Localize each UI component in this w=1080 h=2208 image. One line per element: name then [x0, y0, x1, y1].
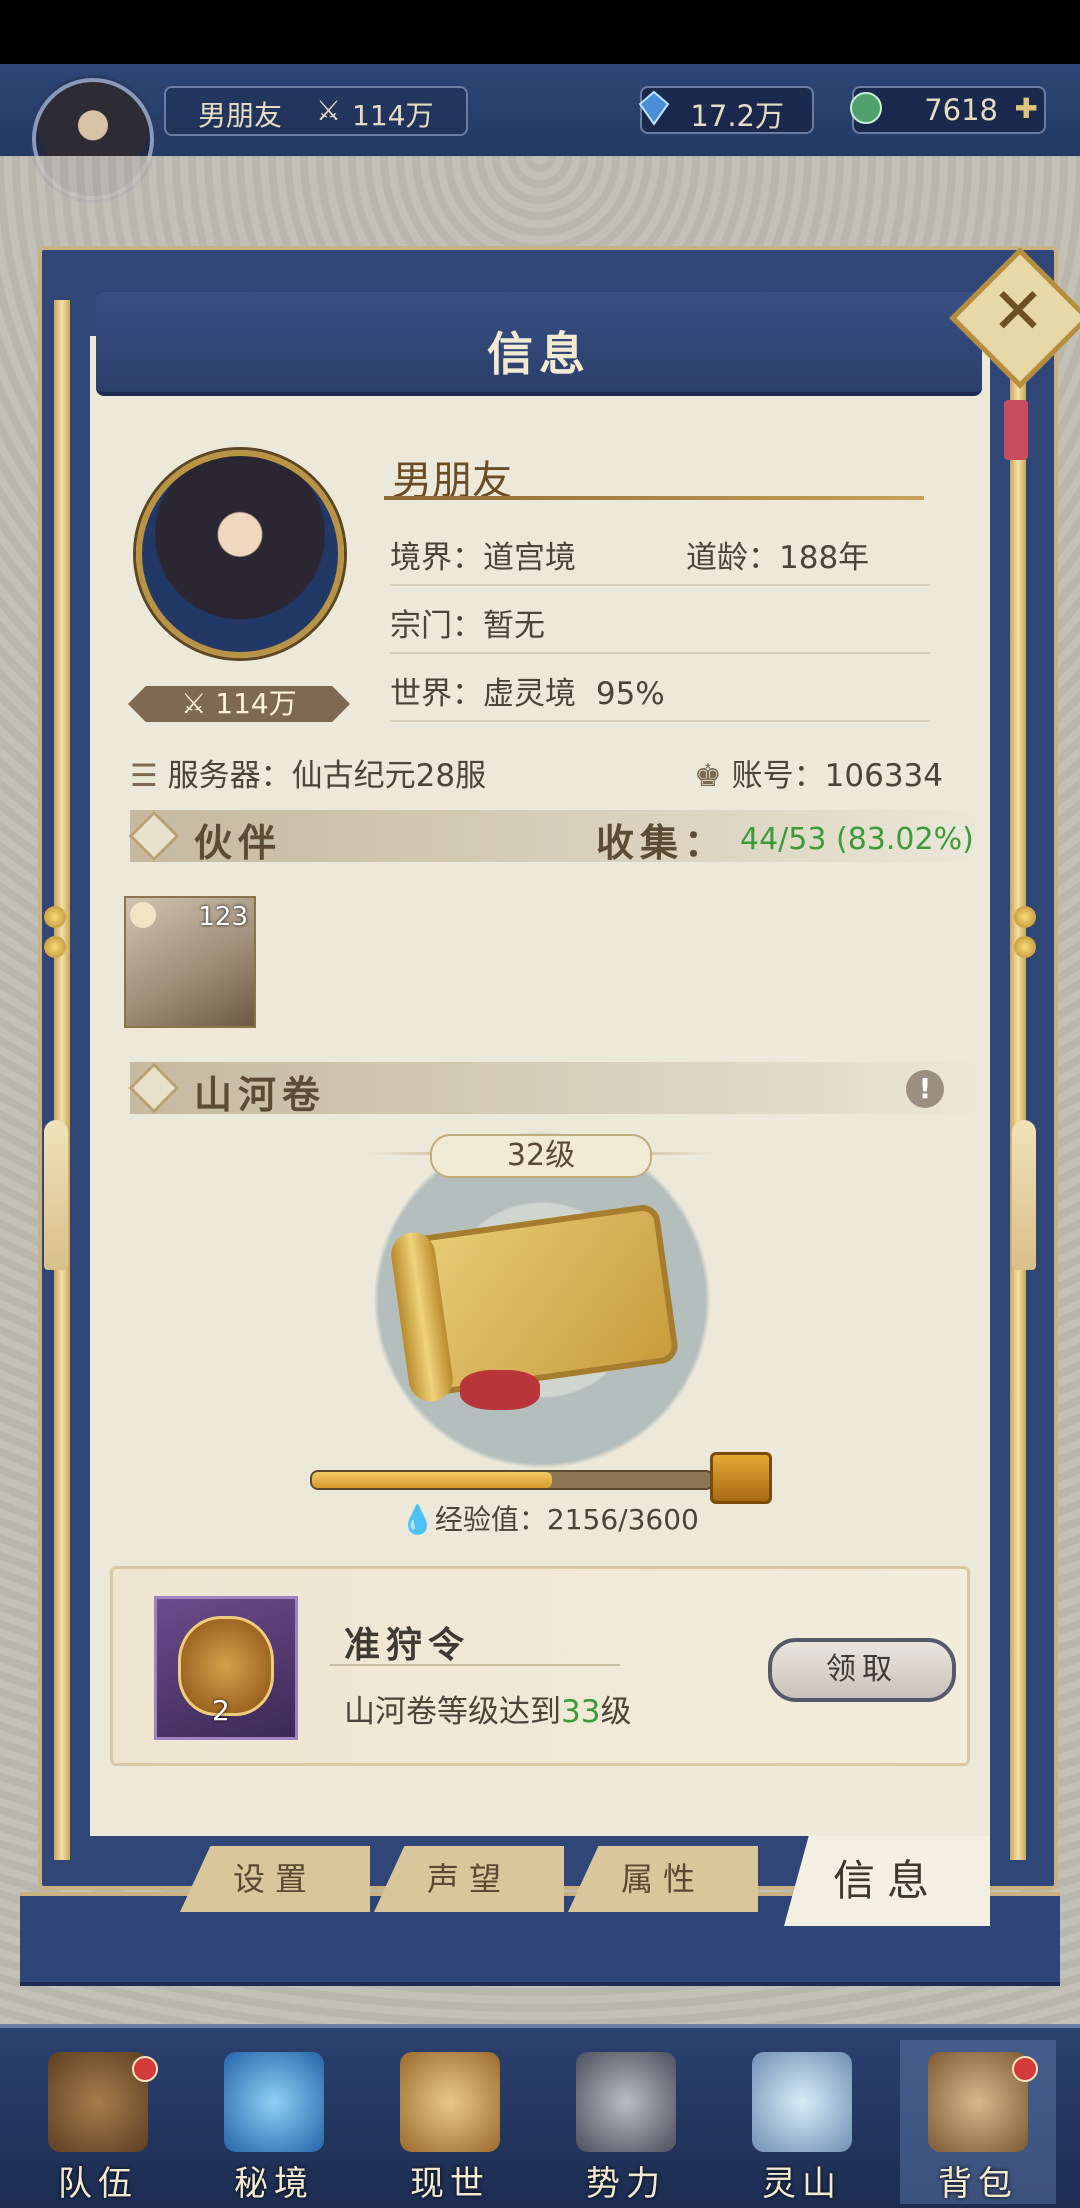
power-icon: ⚔	[316, 94, 342, 127]
sect-row: 宗门：暂无	[390, 600, 545, 645]
exp-bar-fill	[312, 1472, 552, 1488]
account-icon: ♚	[694, 758, 732, 794]
quest-desc-prefix: 山河卷等级达到	[344, 1694, 561, 1730]
left-rod	[54, 300, 70, 1860]
quest-desc: 山河卷等级达到33级	[344, 1686, 631, 1731]
divider	[390, 584, 930, 586]
player-portrait	[136, 450, 344, 658]
nav-secret-realm[interactable]: 秘境	[196, 2040, 352, 2204]
server-label: 服务器：	[167, 758, 292, 794]
server-value: 仙古纪元28服	[291, 758, 487, 794]
tab-info[interactable]: 信息	[784, 1836, 990, 1926]
exp-bar	[310, 1470, 714, 1490]
nav-bag[interactable]: 背包	[900, 2040, 1056, 2204]
nav-present-world-label: 现世	[410, 2164, 490, 2204]
tab-attributes[interactable]: 属性	[568, 1846, 758, 1912]
element-icon	[130, 902, 156, 928]
sect-value: 暂无	[483, 608, 545, 644]
scroll-tassel	[460, 1370, 540, 1410]
scroll-map-icon	[400, 2052, 500, 2152]
power-icon: ⚔	[181, 687, 216, 720]
right-tassel	[1012, 1120, 1036, 1270]
nav-present-world[interactable]: 现世	[372, 2040, 528, 2204]
right-rod	[1010, 300, 1026, 1860]
jade-currency[interactable]: 7618 ✚	[850, 86, 1046, 134]
server-icon: ☰	[130, 758, 168, 794]
divider	[330, 1664, 620, 1666]
notification-dot	[132, 2056, 158, 2082]
left-tassel	[44, 1120, 68, 1270]
account-value: 106334	[824, 758, 943, 794]
divider	[390, 720, 930, 722]
power-value: 114万	[215, 687, 297, 720]
crystal-value: 17.2万	[690, 99, 784, 133]
world-value: 虚灵境	[483, 676, 576, 712]
status-bar	[0, 0, 1080, 64]
realm-value: 道宫境	[483, 540, 576, 576]
age-row: 道龄：188年	[686, 532, 869, 577]
treasure-chest-icon[interactable]	[710, 1452, 772, 1504]
server-row: ☰ 服务器：仙古纪元28服	[130, 750, 486, 795]
realm-row: 境界：道宫境	[390, 532, 576, 577]
power-badge: ⚔ 114万	[128, 686, 350, 722]
mountain-icon	[752, 2052, 852, 2152]
exp-label: 经验值：	[434, 1503, 547, 1536]
crystal-icon	[638, 90, 670, 126]
tab-settings[interactable]: 设置	[180, 1846, 370, 1912]
add-jade-icon[interactable]: ✚	[1015, 92, 1038, 125]
age-value: 188年	[779, 540, 870, 576]
nav-spirit-mountain-label: 灵山	[762, 2164, 842, 2204]
companion-title: 伙伴	[194, 820, 283, 865]
bead	[44, 906, 66, 928]
exp-row: 💧经验值：2156/3600	[400, 1498, 699, 1538]
notification-dot	[1012, 2056, 1038, 2082]
nav-secret-realm-label: 秘境	[234, 2164, 314, 2204]
player-name-pill[interactable]: 男朋友 ⚔ 114万	[164, 86, 468, 136]
info-icon[interactable]: !	[906, 1070, 944, 1108]
scroll-level: 32级	[430, 1134, 652, 1178]
top-player-name: 男朋友	[198, 99, 283, 132]
panel-title: 信息	[487, 327, 591, 381]
crystal-currency[interactable]: 17.2万	[638, 86, 814, 134]
pavilion-icon	[576, 2052, 676, 2152]
nav-team[interactable]: 队伍	[20, 2040, 176, 2204]
world-label: 世界：	[390, 676, 483, 712]
realm-label: 境界：	[390, 540, 483, 576]
bead	[44, 936, 66, 958]
quest-title: 准狩令	[344, 1624, 471, 1666]
account-row: ♚ 账号：106334	[694, 750, 943, 795]
close-tassel	[1004, 400, 1028, 460]
nav-faction-label: 势力	[586, 2164, 666, 2204]
world-row: 世界：虚灵境 95%	[390, 668, 665, 713]
quest-item-count: 2	[212, 1694, 230, 1727]
bead	[1014, 936, 1036, 958]
collect-value: 44/53 (83.02%)	[740, 822, 974, 857]
jade-value: 7618	[924, 93, 998, 127]
quest-desc-level: 33	[561, 1694, 601, 1730]
close-icon[interactable]: ✕	[978, 272, 1058, 352]
vortex-icon	[224, 2052, 324, 2152]
sect-label: 宗门：	[390, 608, 483, 644]
quest-desc-suffix: 级	[600, 1694, 632, 1730]
bead	[1014, 906, 1036, 928]
account-label: 账号：	[731, 758, 825, 794]
companion-card[interactable]: 123	[124, 896, 256, 1028]
nav-spirit-mountain[interactable]: 灵山	[724, 2040, 880, 2204]
world-progress: 95%	[595, 676, 665, 712]
exp-value: 2156/3600	[546, 1503, 699, 1536]
nav-team-label: 队伍	[58, 2164, 138, 2204]
flame-icon: 💧	[400, 1503, 435, 1536]
jade-icon	[850, 92, 882, 124]
age-label: 道龄：	[686, 540, 779, 576]
divider	[390, 652, 930, 654]
top-power-value: 114万	[352, 99, 434, 132]
tab-reputation[interactable]: 声望	[374, 1846, 564, 1912]
brush-divider	[384, 496, 924, 500]
nav-faction[interactable]: 势力	[548, 2040, 704, 2204]
scroll-title: 山河卷	[194, 1072, 327, 1117]
nav-bag-label: 背包	[938, 2164, 1018, 2204]
claim-button[interactable]: 领取	[768, 1638, 956, 1702]
collect-label: 收集：	[596, 820, 729, 865]
companion-level: 123	[198, 902, 248, 932]
